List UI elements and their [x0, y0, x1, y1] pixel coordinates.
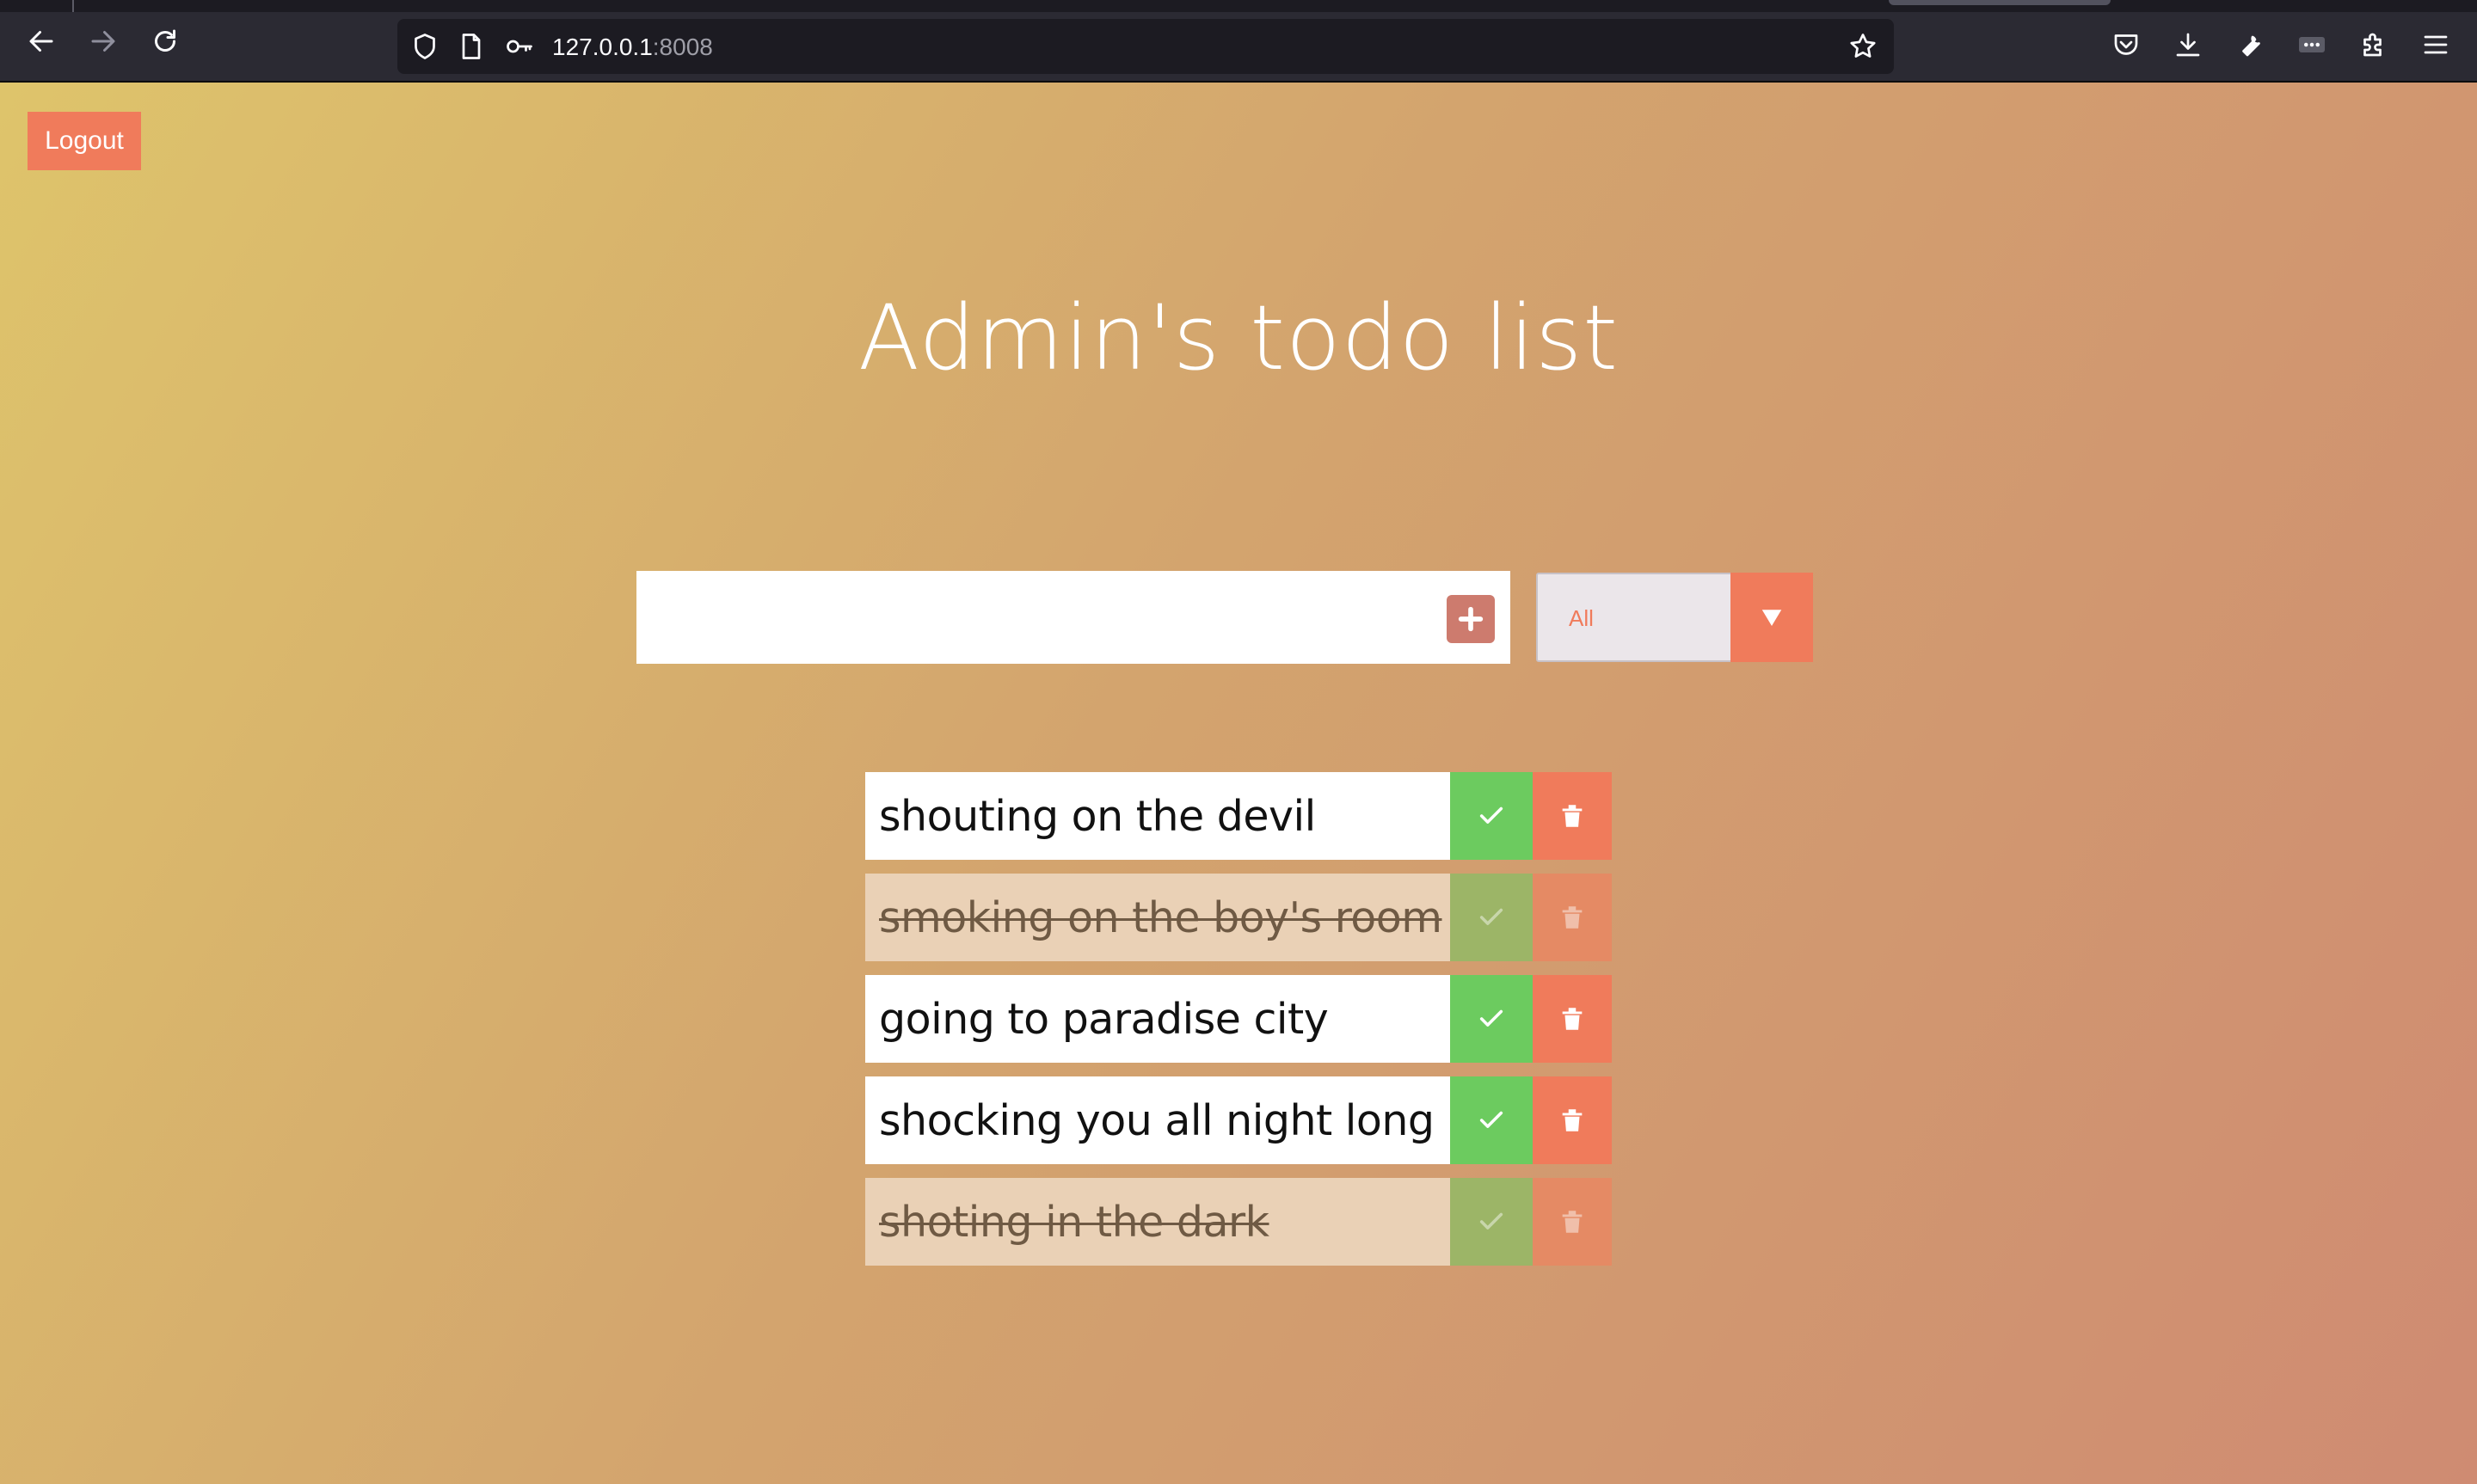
todo-text: smoking on the boy's room	[879, 892, 1442, 942]
check-icon	[1479, 1009, 1503, 1027]
todo-text-box: smoking on the boy's room	[865, 874, 1450, 961]
key-icon[interactable]	[504, 31, 535, 62]
filter-select[interactable]: All	[1536, 573, 1813, 662]
puzzle-icon[interactable]	[2358, 29, 2393, 64]
todo-text-box: shocking you all night long	[865, 1076, 1450, 1164]
tab-separator	[72, 0, 74, 12]
add-todo-button[interactable]	[1447, 595, 1495, 643]
todo-text-box: shoting in the dark	[865, 1178, 1450, 1266]
todo-item: smoking on the boy's room	[865, 874, 1612, 961]
todo-text-box: shouting on the devil	[865, 772, 1450, 860]
page-body: Logout Admin's todo list All shouting on…	[0, 83, 2477, 1484]
active-tab-indicator[interactable]	[1889, 0, 2111, 5]
complete-button[interactable]	[1450, 975, 1533, 1063]
todo-text: going to paradise city	[879, 994, 1329, 1044]
url-text[interactable]: 127.0.0.1:8008	[552, 34, 713, 61]
wrench-icon[interactable]	[2234, 29, 2269, 64]
trash-icon	[1562, 906, 1583, 929]
check-icon	[1479, 1111, 1503, 1128]
delete-button[interactable]	[1533, 874, 1612, 961]
delete-button[interactable]	[1533, 1178, 1612, 1266]
todo-item: shocking you all night long	[865, 1076, 1612, 1164]
filter-dropdown-arrow[interactable]	[1730, 573, 1813, 662]
url-bar[interactable]: 127.0.0.1:8008	[397, 19, 1894, 74]
complete-button[interactable]	[1450, 772, 1533, 860]
trash-icon	[1562, 1008, 1583, 1030]
complete-button[interactable]	[1450, 1178, 1533, 1266]
plus-icon	[1458, 606, 1484, 632]
complete-button[interactable]	[1450, 874, 1533, 961]
todo-item: shoting in the dark	[865, 1178, 1612, 1266]
url-port: :8008	[652, 34, 713, 60]
todo-input[interactable]	[636, 571, 1510, 664]
todo-text: shouting on the devil	[879, 791, 1316, 841]
todo-item: shouting on the devil	[865, 772, 1612, 860]
menu-icon[interactable]	[2420, 29, 2455, 64]
back-icon[interactable]	[24, 24, 58, 58]
todo-text: shocking you all night long	[879, 1095, 1435, 1145]
todo-text: shoting in the dark	[879, 1197, 1269, 1247]
filter-selected-value: All	[1569, 605, 1594, 631]
shield-icon[interactable]	[409, 31, 440, 62]
check-icon	[1479, 1212, 1503, 1230]
check-icon	[1479, 908, 1503, 925]
forward-icon[interactable]	[86, 24, 120, 58]
todo-item: going to paradise city	[865, 975, 1612, 1063]
url-host: 127.0.0.1	[552, 34, 653, 60]
complete-button[interactable]	[1450, 1076, 1533, 1164]
trash-icon	[1562, 1211, 1583, 1233]
download-icon[interactable]	[2173, 29, 2207, 64]
star-icon[interactable]	[1847, 31, 1878, 62]
todo-text-box: going to paradise city	[865, 975, 1450, 1063]
pocket-icon[interactable]	[2111, 29, 2145, 64]
caret-down-icon	[1761, 610, 1782, 626]
delete-button[interactable]	[1533, 975, 1612, 1063]
trash-icon	[1562, 805, 1583, 827]
page-icon[interactable]	[456, 31, 487, 62]
browser-toolbar: 127.0.0.1:8008	[0, 0, 2477, 83]
reload-icon[interactable]	[148, 24, 182, 58]
page-title: Admin's todo list	[857, 285, 1620, 390]
check-icon	[1479, 806, 1503, 824]
extension-icon[interactable]	[2296, 29, 2331, 64]
delete-button[interactable]	[1533, 772, 1612, 860]
trash-icon	[1562, 1109, 1583, 1131]
delete-button[interactable]	[1533, 1076, 1612, 1164]
logout-button[interactable]: Logout	[28, 112, 141, 170]
